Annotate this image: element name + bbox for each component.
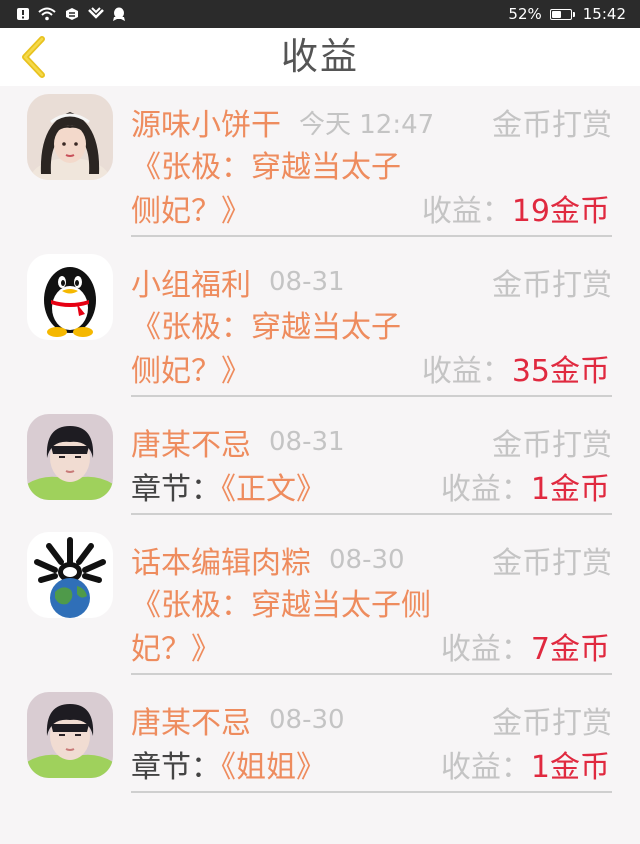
app-notification-icon-2 <box>88 7 104 21</box>
earning-amount: 收益：1金币 <box>441 468 610 512</box>
work-title[interactable]: 《张极：穿越当太子侧妃？》 <box>131 306 401 394</box>
battery-icon <box>549 8 575 20</box>
earning-amount: 收益：35金币 <box>422 350 610 394</box>
earning-item[interactable]: 小组福利 08-31 金币打赏 《张极：穿越当太子侧妃？》 收益：35金币 <box>0 246 640 406</box>
earning-label: 收益： <box>440 750 531 785</box>
item-header: 唐某不忌 08-30 金币打赏 <box>131 698 612 742</box>
earning-value: 1金币 <box>530 472 610 507</box>
chapter-label: 章节： <box>131 750 221 785</box>
work-title[interactable]: 《张极：穿越当太子侧妃？》 <box>131 146 401 234</box>
divider <box>131 513 612 515</box>
alert-icon <box>16 7 30 21</box>
earning-item[interactable]: 源味小饼干 今天 12:47 金币打赏 《张极：穿越当太子侧妃？》 收益：19金… <box>0 86 640 246</box>
work-title[interactable]: 《张极：穿越当太子侧妃？》 <box>131 584 431 672</box>
item-header: 唐某不忌 08-31 金币打赏 <box>131 420 612 464</box>
timestamp: 08-31 <box>269 267 345 297</box>
chapter-line[interactable]: 章节：《姐姐》 <box>131 746 326 790</box>
divider <box>131 395 612 397</box>
chapter-name[interactable]: 《姐姐》 <box>221 750 326 785</box>
earning-label: 收益： <box>440 632 531 667</box>
wifi-icon <box>38 7 56 21</box>
earning-value: 1金币 <box>530 750 610 785</box>
status-right: 52% 15:42 <box>508 5 626 23</box>
divider <box>131 673 612 675</box>
earning-item[interactable]: 唐某不忌 08-30 金币打赏 章节：《姐姐》 收益：1金币 <box>0 684 640 844</box>
reward-type: 金币打赏 <box>492 268 612 303</box>
earnings-list: 源味小饼干 今天 12:47 金币打赏 《张极：穿越当太子侧妃？》 收益：19金… <box>0 86 640 844</box>
timestamp: 今天 12:47 <box>299 109 435 140</box>
sender-name[interactable]: 源味小饼干 <box>131 100 281 144</box>
earning-amount: 收益：7金币 <box>441 628 610 672</box>
earning-value: 19金币 <box>511 194 610 229</box>
status-bar: 52% 15:42 <box>0 0 640 28</box>
earning-value: 7金币 <box>530 632 610 667</box>
divider <box>131 235 612 237</box>
sender-name[interactable]: 小组福利 <box>131 260 251 304</box>
earning-amount: 收益：19金币 <box>422 190 610 234</box>
item-header: 源味小饼干 今天 12:47 金币打赏 <box>131 100 612 144</box>
timestamp: 08-30 <box>269 705 345 735</box>
earning-amount: 收益：1金币 <box>441 746 610 790</box>
clock: 15:42 <box>582 5 626 23</box>
avatar[interactable] <box>27 414 113 500</box>
sender-name[interactable]: 唐某不忌 <box>131 420 251 464</box>
earning-item[interactable]: 话本编辑肉粽 08-30 金币打赏 《张极：穿越当太子侧妃？》 收益：7金币 <box>0 524 640 684</box>
timestamp: 08-31 <box>269 427 345 457</box>
divider <box>131 791 612 793</box>
qq-icon <box>112 7 126 22</box>
sender-name[interactable]: 唐某不忌 <box>131 698 251 742</box>
earning-label: 收益： <box>440 472 531 507</box>
page-title: 收益 <box>281 35 359 78</box>
battery-percent: 52% <box>508 5 542 23</box>
reward-type: 金币打赏 <box>492 428 612 463</box>
avatar[interactable] <box>27 94 113 180</box>
sender-name[interactable]: 话本编辑肉粽 <box>131 538 311 582</box>
avatar[interactable] <box>27 692 113 778</box>
avatar[interactable] <box>27 532 113 618</box>
earning-label: 收益： <box>421 194 512 229</box>
app-notification-icon <box>64 7 80 21</box>
reward-type: 金币打赏 <box>492 706 612 741</box>
chapter-name[interactable]: 《正文》 <box>221 472 326 507</box>
earning-value: 35金币 <box>511 354 610 389</box>
chapter-label: 章节： <box>131 472 221 507</box>
earning-label: 收益： <box>421 354 512 389</box>
item-header: 话本编辑肉粽 08-30 金币打赏 <box>131 538 612 582</box>
reward-type: 金币打赏 <box>492 108 612 143</box>
avatar[interactable] <box>27 254 113 340</box>
timestamp: 08-30 <box>329 545 405 575</box>
status-icons <box>16 7 126 22</box>
reward-type: 金币打赏 <box>492 546 612 581</box>
header-bar: 收益 <box>0 28 640 86</box>
item-header: 小组福利 08-31 金币打赏 <box>131 260 612 304</box>
chapter-line[interactable]: 章节：《正文》 <box>131 468 326 512</box>
